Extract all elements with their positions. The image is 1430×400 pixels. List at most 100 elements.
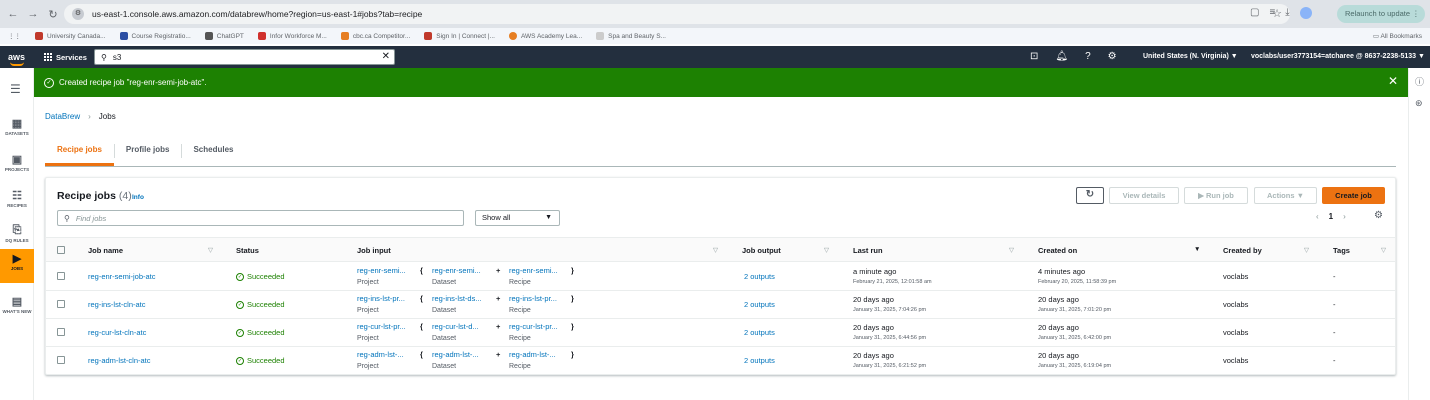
outputs-link[interactable]: 2 outputs	[744, 300, 775, 309]
nav-datasets[interactable]: ▦ DATASETS	[0, 114, 34, 148]
tab-recipe-jobs[interactable]: Recipe jobs	[45, 140, 114, 166]
address-bar[interactable]: ⚙ us-east-1.console.aws.amazon.com/datab…	[64, 4, 1290, 24]
region-selector[interactable]: United States (N. Virginia) ▼	[1143, 53, 1238, 60]
current-page[interactable]: 1	[1329, 212, 1333, 221]
table-row[interactable]: reg-enr-semi-job-atc ✓ Succeeded reg-enr-…	[46, 263, 1395, 291]
job-name-link[interactable]: reg-enr-semi-job-atc	[88, 272, 156, 281]
row-checkbox[interactable]	[57, 356, 65, 364]
table-row[interactable]: reg-adm-lst-cln-atc ✓ Succeeded reg-adm-l…	[46, 347, 1395, 375]
dataset-link[interactable]: reg-ins-lst-ds...	[432, 294, 482, 303]
recipe-link[interactable]: reg-ins-lst-pr...	[509, 294, 557, 303]
row-checkbox[interactable]	[57, 300, 65, 308]
reload-icon[interactable]: ↻	[46, 8, 60, 21]
tab-profile-jobs[interactable]: Profile jobs	[113, 140, 182, 166]
tutorial-icon[interactable]: ⊛	[1415, 98, 1423, 109]
info-panel-icon[interactable]: ⓘ	[1415, 75, 1424, 88]
bookmark-item[interactable]: Infor Workforce M...	[257, 32, 327, 40]
services-menu[interactable]: Services	[44, 53, 87, 62]
view-details-button[interactable]: View details	[1109, 187, 1179, 204]
settings-icon[interactable]: ⚙	[1108, 51, 1117, 62]
tab-schedules[interactable]: Schedules	[181, 140, 245, 166]
dataset-link[interactable]: reg-enr-semi...	[432, 266, 481, 275]
info-link[interactable]: Info	[132, 194, 144, 201]
filter-select[interactable]: Show all ▼	[475, 210, 560, 226]
run-job-button[interactable]: ▶ Run job	[1184, 187, 1248, 204]
bookmark-item[interactable]: AWS Academy Lea...	[508, 32, 582, 40]
preferences-gear-icon[interactable]: ⚙	[1374, 210, 1383, 221]
sort-icon[interactable]: ▽	[1304, 246, 1309, 254]
dataset-link[interactable]: reg-cur-lst-d...	[432, 322, 479, 331]
project-link[interactable]: reg-adm-lst-...	[357, 350, 404, 359]
aws-logo[interactable]: aws	[8, 52, 28, 66]
sort-icon[interactable]: ▽	[824, 246, 829, 254]
breadcrumb-databrew[interactable]: DataBrew	[45, 112, 80, 121]
prev-page-icon[interactable]: ‹	[1316, 212, 1319, 221]
url-text[interactable]: us-east-1.console.aws.amazon.com/databre…	[92, 9, 422, 19]
row-checkbox[interactable]	[57, 272, 65, 280]
job-name-link[interactable]: reg-cur-lst-cln-atc	[88, 328, 146, 337]
outputs-link[interactable]: 2 outputs	[744, 272, 775, 281]
apps-icon[interactable]: ⋮⋮	[8, 32, 21, 40]
cloudshell-icon[interactable]: ⊡	[1030, 51, 1038, 62]
notifications-icon[interactable]: 🔔︎	[1055, 51, 1068, 62]
actions-dropdown[interactable]: Actions ▼	[1254, 187, 1317, 204]
project-link[interactable]: reg-enr-semi...	[357, 266, 406, 275]
outputs-link[interactable]: 2 outputs	[744, 356, 775, 365]
col-tags[interactable]: Tags	[1333, 246, 1350, 255]
menu-icon[interactable]: ☰	[10, 82, 21, 96]
sort-icon[interactable]: ▽	[1009, 246, 1014, 254]
col-last-run[interactable]: Last run	[853, 246, 883, 255]
create-job-button[interactable]: Create job	[1322, 187, 1385, 204]
download-icon[interactable]: ⤓	[1285, 7, 1289, 19]
recipe-link[interactable]: reg-enr-semi...	[509, 266, 558, 275]
all-bookmarks[interactable]: ▭ All Bookmarks	[1373, 32, 1422, 40]
sort-icon[interactable]: ▽	[1381, 246, 1386, 254]
recipe-link[interactable]: reg-cur-lst-pr...	[509, 322, 558, 331]
job-name-link[interactable]: reg-ins-lst-cln-atc	[88, 300, 146, 309]
reading-list-icon[interactable]: ≡	[1269, 7, 1275, 19]
table-row[interactable]: reg-ins-lst-cln-atc ✓ Succeeded reg-ins-l…	[46, 291, 1395, 319]
account-menu[interactable]: voclabs/user3773154=atcharee @ 8637-2238…	[1251, 53, 1425, 60]
bookmark-item[interactable]: ChatGPT	[204, 32, 244, 40]
table-row[interactable]: reg-cur-lst-cln-atc ✓ Succeeded reg-cur-l…	[46, 319, 1395, 347]
col-created-on[interactable]: Created on	[1038, 246, 1077, 255]
next-page-icon[interactable]: ›	[1343, 212, 1346, 221]
bookmark-item[interactable]: University Canada...	[35, 32, 106, 40]
nav-projects[interactable]: ▣ PROJECTS	[0, 150, 34, 184]
bookmark-item[interactable]: cbc.ca Competitor...	[340, 32, 410, 40]
find-jobs-input[interactable]: ⚲ Find jobs	[57, 210, 464, 226]
extensions-icon[interactable]: ▢	[1250, 7, 1259, 19]
sort-icon[interactable]: ▽	[208, 246, 213, 254]
job-name-link[interactable]: reg-adm-lst-cln-atc	[88, 356, 151, 365]
bookmark-item[interactable]: Course Registratio...	[119, 32, 191, 40]
clear-search-icon[interactable]: ✕	[382, 51, 390, 62]
profile-avatar[interactable]	[1299, 7, 1312, 19]
bookmark-item[interactable]: Sign In | Connect |...	[424, 32, 495, 40]
col-created-by[interactable]: Created by	[1223, 246, 1262, 255]
outputs-link[interactable]: 2 outputs	[744, 328, 775, 337]
col-job-name[interactable]: Job name	[88, 246, 123, 255]
help-icon[interactable]: ?	[1085, 51, 1091, 62]
nav-jobs[interactable]: ▶ JOBS	[0, 249, 34, 283]
recipe-link[interactable]: reg-adm-lst-...	[509, 350, 556, 359]
site-info-icon[interactable]: ⚙	[72, 8, 84, 20]
sort-icon[interactable]: ▽	[713, 246, 718, 254]
forward-icon[interactable]: →	[26, 8, 40, 20]
dismiss-icon[interactable]: ✕	[1388, 74, 1398, 88]
aws-search-input[interactable]: ⚲ s3 ✕	[94, 49, 395, 65]
col-job-input[interactable]: Job input	[357, 246, 391, 255]
dataset-link[interactable]: reg-adm-lst-...	[432, 350, 479, 359]
project-link[interactable]: reg-ins-lst-pr...	[357, 294, 405, 303]
back-icon[interactable]: ←	[6, 8, 20, 20]
bookmark-item[interactable]: Spa and Beauty S...	[596, 32, 666, 40]
refresh-button[interactable]: ↻	[1076, 187, 1104, 204]
project-link[interactable]: reg-cur-lst-pr...	[357, 322, 406, 331]
select-all-checkbox[interactable]	[57, 246, 65, 254]
nav-recipes[interactable]: ☷ RECIPES	[0, 186, 34, 220]
sort-desc-icon[interactable]: ▼	[1194, 246, 1200, 253]
search-value[interactable]: s3	[113, 53, 121, 62]
col-job-output[interactable]: Job output	[742, 246, 781, 255]
relaunch-button[interactable]: Relaunch to update ⋮	[1337, 5, 1425, 23]
row-checkbox[interactable]	[57, 328, 65, 336]
nav-whats-new[interactable]: ▤ WHAT'S NEW	[0, 292, 34, 326]
